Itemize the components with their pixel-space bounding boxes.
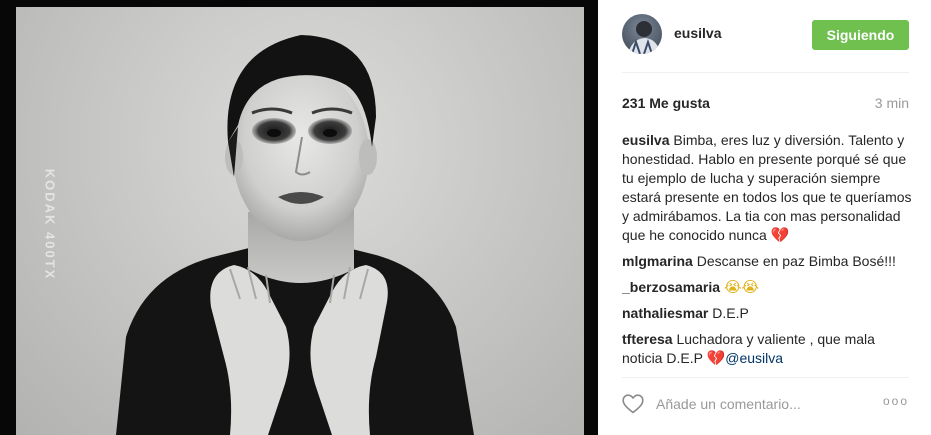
loudly-crying-face-icon: 😭😭 bbox=[723, 278, 760, 296]
footer-divider bbox=[622, 377, 909, 378]
caption-username[interactable]: eusilva bbox=[622, 132, 669, 148]
portrait-image bbox=[116, 35, 474, 435]
comment-text: Descanse en paz Bimba Bosé!!! bbox=[696, 253, 896, 269]
following-button[interactable]: Siguiendo bbox=[812, 20, 909, 50]
list-item: _berzosamaria 😭😭 bbox=[622, 278, 912, 297]
post-photo[interactable]: KODAK 400TX bbox=[0, 0, 598, 435]
heart-icon[interactable] bbox=[622, 394, 644, 414]
comment-text: D.E.P bbox=[712, 305, 749, 321]
comment-input[interactable] bbox=[656, 392, 866, 416]
post-header: eusilva Siguiendo bbox=[622, 14, 909, 56]
more-options-icon[interactable]: ooo bbox=[883, 394, 909, 408]
avatar[interactable] bbox=[622, 14, 662, 54]
likes-count[interactable]: 231 Me gusta bbox=[622, 95, 710, 111]
list-item: mlgmarina Descanse en paz Bimba Bosé!!! bbox=[622, 252, 912, 271]
comment-username[interactable]: _berzosamaria bbox=[622, 279, 720, 295]
broken-heart-icon: 💔 bbox=[770, 226, 790, 244]
likes-row: 231 Me gusta 3 min bbox=[622, 95, 909, 111]
list-item: tfteresa Luchadora y valiente , que mala… bbox=[622, 330, 912, 368]
comment-username[interactable]: tfteresa bbox=[622, 331, 673, 347]
comment-username[interactable]: nathaliesmar bbox=[622, 305, 708, 321]
film-frame: KODAK 400TX bbox=[16, 7, 584, 435]
film-edge-text: KODAK 400TX bbox=[42, 168, 58, 281]
comment-username[interactable]: mlgmarina bbox=[622, 253, 693, 269]
post-side-panel: eusilva Siguiendo 231 Me gusta 3 min eus… bbox=[598, 0, 931, 435]
post-username[interactable]: eusilva bbox=[674, 25, 721, 41]
header-divider bbox=[622, 72, 909, 73]
mention-link[interactable]: @eusilva bbox=[725, 350, 783, 366]
post-time[interactable]: 3 min bbox=[875, 95, 909, 111]
broken-heart-icon: 💔 bbox=[706, 349, 726, 367]
list-item: nathaliesmar D.E.P bbox=[622, 304, 912, 323]
comments-list[interactable]: eusilva Bimba, eres luz y diversión. Tal… bbox=[622, 131, 912, 369]
caption: eusilva Bimba, eres luz y diversión. Tal… bbox=[622, 131, 912, 245]
comment-bar: ooo bbox=[622, 392, 909, 418]
caption-text: Bimba, eres luz y diversión. Talento y h… bbox=[622, 132, 912, 243]
